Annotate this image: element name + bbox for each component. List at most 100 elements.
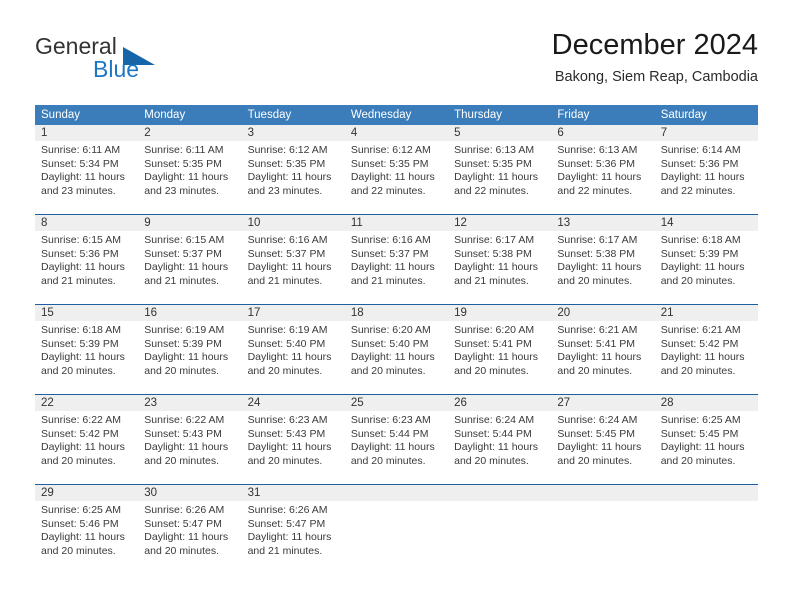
weekday-header-friday: Friday [557, 109, 590, 121]
daylight-duration-line1: Daylight: 11 hours [247, 441, 332, 454]
calendar-day-cell[interactable]: 15 Sunrise: 6:18 AM Sunset: 5:39 PM Dayligh… [35, 305, 139, 386]
calendar-day-cell[interactable]: 8 Sunrise: 6:15 AM Sunset: 5:36 PM Daylight… [35, 215, 139, 296]
calendar-day-cell[interactable]: 9 Sunrise: 6:15 AM Sunset: 5:37 PM Daylight… [138, 215, 242, 296]
sunrise-time: Sunrise: 6:15 AM [144, 234, 225, 246]
sunset-time: Sunset: 5:39 PM [144, 337, 222, 350]
weekday-header-thursday: Thursday [454, 109, 503, 121]
sunrise-time: Sunrise: 6:11 AM [41, 144, 121, 156]
calendar-day-cell[interactable]: 27 Sunrise: 6:24 AM Sunset: 5:45 PM Dayligh… [551, 395, 655, 476]
day-details: Sunrise: 6:12 AM Sunset: 5:35 PM Daylight:… [242, 141, 345, 198]
calendar-day-cell[interactable]: 17 Sunrise: 6:19 AM Sunset: 5:40 PM Dayligh… [241, 305, 345, 386]
calendar-day-cell[interactable]: 16 Sunrise: 6:19 AM Sunset: 5:39 PM Dayligh… [138, 305, 242, 386]
calendar-day-cell[interactable]: 29 Sunrise: 6:25 AM Sunset: 5:46 PM Dayligh… [35, 485, 139, 566]
daylight-duration-line1: Daylight: 11 hours [350, 261, 435, 274]
sunrise-time: Sunrise: 6:16 AM [247, 234, 328, 246]
sunrise-time: Sunrise: 6:20 AM [454, 324, 535, 336]
daylight-duration-line1: Daylight: 11 hours [660, 261, 745, 274]
weekday-header-monday: Monday [144, 109, 186, 121]
sunrise-time: Sunrise: 6:14 AM [660, 144, 741, 156]
day-number: 6 [551, 125, 655, 141]
sunset-time: Sunset: 5:43 PM [247, 427, 326, 440]
day-number: 29 [35, 485, 139, 501]
daylight-duration-line1: Daylight: 11 hours [557, 351, 642, 364]
calendar-day-cell[interactable]: 14 Sunrise: 6:18 AM Sunset: 5:39 PM Dayligh… [654, 215, 758, 296]
general-blue-logo[interactable]: General Blue [35, 33, 255, 89]
daylight-duration-line1: Daylight: 11 hours [247, 531, 332, 544]
calendar-day-cell[interactable]: 13 Sunrise: 6:17 AM Sunset: 5:38 PM Dayligh… [551, 215, 655, 296]
sunrise-time: Sunrise: 6:25 AM [41, 504, 121, 516]
sunrise-time: Sunrise: 6:21 AM [557, 324, 638, 336]
sunrise-time: Sunrise: 6:13 AM [557, 144, 638, 156]
calendar-day-cell[interactable]: 26 Sunrise: 6:24 AM Sunset: 5:44 PM Dayligh… [448, 395, 552, 476]
calendar-day-cell[interactable]: 28 Sunrise: 6:25 AM Sunset: 5:45 PM Dayligh… [654, 395, 758, 476]
day-details: Sunrise: 6:26 AM Sunset: 5:47 PM Daylight:… [242, 501, 345, 558]
calendar-day-cell[interactable]: 7 Sunrise: 6:14 AM Sunset: 5:36 PM Daylight… [654, 125, 758, 206]
day-details: Sunrise: 6:14 AM Sunset: 5:36 PM Daylight:… [655, 141, 758, 198]
sunset-time: Sunset: 5:42 PM [41, 427, 119, 440]
calendar-day-cell[interactable]: 12 Sunrise: 6:17 AM Sunset: 5:38 PM Dayligh… [448, 215, 552, 296]
calendar-day-cell[interactable]: 30 Sunrise: 6:26 AM Sunset: 5:47 PM Dayligh… [138, 485, 242, 566]
daylight-duration-line1: Daylight: 11 hours [454, 441, 538, 454]
day-details: Sunrise: 6:26 AM Sunset: 5:47 PM Daylight:… [138, 501, 241, 558]
calendar-day-cell[interactable]: 25 Sunrise: 6:23 AM Sunset: 5:44 PM Dayligh… [344, 395, 449, 476]
calendar-day-cell[interactable]: 1 Sunrise: 6:11 AM Sunset: 5:34 PM Daylight… [35, 125, 139, 206]
calendar-day-cell[interactable]: 10 Sunrise: 6:16 AM Sunset: 5:37 PM Dayligh… [241, 215, 345, 296]
sunset-time: Sunset: 5:37 PM [144, 247, 222, 260]
sunset-time: Sunset: 5:45 PM [557, 427, 636, 440]
sunrise-time: Sunrise: 6:17 AM [454, 234, 535, 246]
sunrise-time: Sunrise: 6:12 AM [350, 144, 431, 156]
calendar-day-cell[interactable]: 11 Sunrise: 6:16 AM Sunset: 5:37 PM Dayligh… [344, 215, 449, 296]
daylight-duration-line1: Daylight: 11 hours [557, 171, 642, 184]
day-number [344, 485, 449, 501]
calendar-day-cell[interactable]: 20 Sunrise: 6:21 AM Sunset: 5:41 PM Dayligh… [551, 305, 655, 386]
day-details: Sunrise: 6:13 AM Sunset: 5:36 PM Daylight:… [551, 141, 654, 198]
daylight-duration-line1: Daylight: 11 hours [660, 171, 745, 184]
calendar-day-cell[interactable]: 22 Sunrise: 6:22 AM Sunset: 5:42 PM Dayligh… [35, 395, 139, 476]
sunset-time: Sunset: 5:44 PM [350, 427, 429, 440]
daylight-duration-line1: Daylight: 11 hours [454, 351, 538, 364]
day-details: Sunrise: 6:18 AM Sunset: 5:39 PM Daylight:… [655, 231, 758, 288]
daylight-duration-line1: Daylight: 11 hours [247, 261, 332, 274]
daylight-duration-line1: Daylight: 11 hours [41, 441, 125, 454]
calendar-day-cell[interactable]: 5 Sunrise: 6:13 AM Sunset: 5:35 PM Daylight… [448, 125, 552, 206]
calendar-day-cell-empty [344, 485, 449, 566]
day-details: Sunrise: 6:22 AM Sunset: 5:42 PM Daylight:… [35, 411, 138, 468]
calendar-weeks: 1 Sunrise: 6:11 AM Sunset: 5:34 PM Daylight… [35, 125, 758, 566]
day-number: 4 [344, 125, 449, 141]
sunset-time: Sunset: 5:39 PM [660, 247, 739, 260]
calendar-day-cell-empty [654, 485, 758, 566]
calendar-day-cell[interactable]: 31 Sunrise: 6:26 AM Sunset: 5:47 PM Dayligh… [241, 485, 345, 566]
sunset-time: Sunset: 5:41 PM [557, 337, 636, 350]
calendar-day-cell[interactable]: 4 Sunrise: 6:12 AM Sunset: 5:35 PM Daylight… [344, 125, 449, 206]
calendar-day-cell[interactable]: 18 Sunrise: 6:20 AM Sunset: 5:40 PM Dayligh… [344, 305, 449, 386]
daylight-duration-line2: and 21 minutes. [41, 274, 116, 287]
calendar-day-cell[interactable]: 6 Sunrise: 6:13 AM Sunset: 5:36 PM Daylight… [551, 125, 655, 206]
daylight-duration-line1: Daylight: 11 hours [144, 171, 229, 184]
day-details: Sunrise: 6:12 AM Sunset: 5:35 PM Daylight:… [345, 141, 448, 198]
calendar-day-cell[interactable]: 19 Sunrise: 6:20 AM Sunset: 5:41 PM Dayligh… [448, 305, 552, 386]
sunset-time: Sunset: 5:47 PM [247, 517, 326, 530]
calendar-day-cell[interactable]: 3 Sunrise: 6:12 AM Sunset: 5:35 PM Daylight… [241, 125, 345, 206]
sunrise-time: Sunrise: 6:23 AM [247, 414, 328, 426]
daylight-duration-line1: Daylight: 11 hours [144, 261, 229, 274]
day-details: Sunrise: 6:25 AM Sunset: 5:46 PM Daylight:… [35, 501, 138, 558]
calendar-day-cell[interactable]: 21 Sunrise: 6:21 AM Sunset: 5:42 PM Dayligh… [654, 305, 758, 386]
daylight-duration-line2: and 20 minutes. [144, 454, 219, 467]
day-number: 24 [241, 395, 345, 411]
sunrise-time: Sunrise: 6:21 AM [660, 324, 741, 336]
daylight-duration-line2: and 21 minutes. [144, 274, 219, 287]
calendar-day-cell[interactable]: 2 Sunrise: 6:11 AM Sunset: 5:35 PM Daylight… [138, 125, 242, 206]
day-number [448, 485, 552, 501]
calendar-day-cell[interactable]: 23 Sunrise: 6:22 AM Sunset: 5:43 PM Dayligh… [138, 395, 242, 476]
day-number: 20 [551, 305, 655, 321]
calendar-day-cell-empty [551, 485, 655, 566]
day-details: Sunrise: 6:24 AM Sunset: 5:44 PM Daylight:… [448, 411, 551, 468]
daylight-duration-line2: and 20 minutes. [41, 454, 116, 467]
daylight-duration-line2: and 20 minutes. [41, 544, 116, 557]
day-details: Sunrise: 6:21 AM Sunset: 5:41 PM Daylight:… [551, 321, 654, 378]
day-number: 27 [551, 395, 655, 411]
calendar-day-cell[interactable]: 24 Sunrise: 6:23 AM Sunset: 5:43 PM Dayligh… [241, 395, 345, 476]
daylight-duration-line1: Daylight: 11 hours [660, 441, 745, 454]
calendar-week-row: 15 Sunrise: 6:18 AM Sunset: 5:39 PM Dayligh… [35, 304, 758, 386]
day-number: 17 [241, 305, 345, 321]
